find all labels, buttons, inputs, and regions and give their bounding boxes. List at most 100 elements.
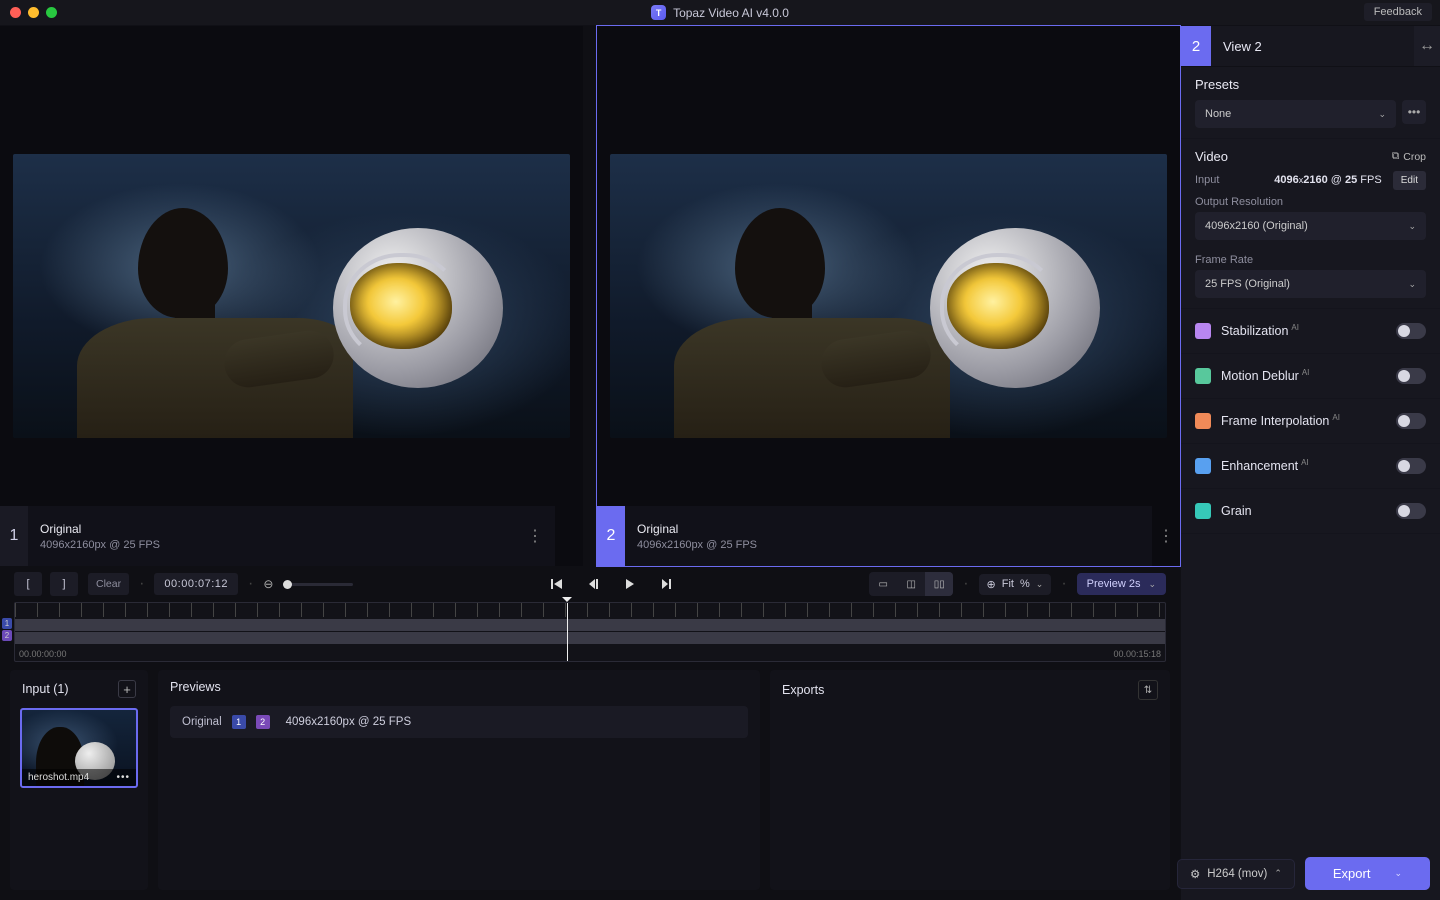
zoom-out-icon[interactable]: ⊖ — [263, 577, 273, 591]
preview-row[interactable]: Original 1 2 4096x2160px @ 25 FPS — [170, 706, 748, 738]
chevron-down-icon: ⌄ — [1408, 279, 1416, 290]
step-back-icon[interactable] — [582, 573, 604, 595]
timeline-ruler[interactable] — [15, 603, 1165, 617]
output-res-value: 4096x2160 (Original) — [1205, 220, 1308, 232]
feature-label: Frame InterpolationAI — [1221, 414, 1340, 428]
crop-button[interactable]: ⧉ Crop — [1392, 150, 1426, 163]
layout-dual-icon[interactable]: ▯▯ — [925, 572, 953, 596]
video-section: Video ⧉ Crop Input 4096x2160 @ 25 FPS Ed… — [1181, 139, 1440, 309]
expand-horiz-icon[interactable]: ↔ — [1414, 26, 1440, 66]
fit-dropdown[interactable]: ⊕ Fit % ⌄ — [979, 574, 1052, 595]
add-input-button[interactable]: + — [118, 680, 136, 698]
input-value: 4096x2160 @ 25 FPS Edit — [1274, 174, 1426, 186]
step-forward-icon[interactable] — [654, 573, 676, 595]
viewer-area: 1 Original 4096x2160px @ 25 FPS ⋮ 2 Ori — [0, 26, 1180, 566]
feature-toggle[interactable] — [1396, 368, 1426, 384]
codec-dropdown[interactable]: ⚙ H264 (mov) ⌃ — [1177, 859, 1295, 889]
viewer-2[interactable]: 2 Original 4096x2160px @ 25 FPS ⋮ — [597, 26, 1180, 566]
playback-controls — [546, 573, 676, 595]
viewer-1-label: Original — [40, 522, 160, 536]
preview-row-meta: 4096x2160px @ 25 FPS — [286, 716, 411, 728]
export-button-label: Export — [1333, 866, 1371, 881]
bottom-panels: Input (1) + heroshot.mp4 ••• Previews Or… — [0, 670, 1180, 900]
video-label: Video — [1195, 149, 1228, 164]
fit-pct: % — [1020, 578, 1030, 590]
layout-single-icon[interactable]: ▭ — [869, 572, 897, 596]
viewer-1-footer: 1 Original 4096x2160px @ 25 FPS ⋮ — [0, 506, 555, 566]
feature-row-motion-deblur: Motion DeblurAI — [1181, 354, 1440, 399]
framerate-label: Frame Rate — [1195, 254, 1253, 266]
edit-input-button[interactable]: Edit — [1393, 171, 1426, 190]
app-logo-icon: T — [651, 5, 666, 20]
feature-icon — [1195, 368, 1211, 384]
playbar: [ ] Clear · 00:00:07:12 · ⊖ ▭ ◫ ▯▯ · — [0, 566, 1180, 602]
codec-value: H264 (mov) — [1207, 868, 1267, 880]
feature-toggle[interactable] — [1396, 323, 1426, 339]
presets-value: None — [1205, 108, 1231, 120]
feature-toggle[interactable] — [1396, 503, 1426, 519]
presets-more-button[interactable]: ••• — [1402, 100, 1426, 124]
chevron-down-icon: ⌄ — [1036, 579, 1044, 590]
input-thumbnail-more-icon[interactable]: ••• — [116, 772, 130, 783]
timecode[interactable]: 00:00:07:12 — [154, 573, 238, 595]
gear-icon: ⚙ — [1190, 867, 1200, 881]
playhead[interactable] — [567, 603, 568, 661]
mark-in-button[interactable]: [ — [14, 572, 42, 596]
mark-out-button[interactable]: ] — [50, 572, 78, 596]
export-button[interactable]: Export ⌄ — [1305, 857, 1430, 890]
input-thumbnail[interactable]: heroshot.mp4 ••• — [20, 708, 138, 788]
timeline-track-labels: 1 2 — [2, 618, 12, 641]
output-res-label: Output Resolution — [1195, 196, 1283, 208]
chevron-down-icon: ⌄ — [1378, 109, 1386, 120]
play-icon[interactable] — [618, 573, 640, 595]
feature-row-enhancement: EnhancementAI — [1181, 444, 1440, 489]
chevron-down-icon[interactable]: ⌄ — [1394, 868, 1402, 879]
output-res-dropdown[interactable]: 4096x2160 (Original) ⌄ — [1195, 212, 1426, 240]
layout-split-icon[interactable]: ◫ — [897, 572, 925, 596]
viewer-2-more-button[interactable]: ⋮ — [1152, 506, 1180, 566]
feature-icon — [1195, 413, 1211, 429]
layout-segmented[interactable]: ▭ ◫ ▯▯ — [869, 572, 953, 596]
sidebar-view-title: View 2 — [1211, 39, 1414, 54]
export-footer: ⚙ H264 (mov) ⌃ Export ⌄ — [1177, 857, 1430, 890]
input-label: Input — [1195, 174, 1219, 186]
zoom-slider[interactable] — [283, 583, 353, 586]
feature-row-frame-interpolation: Frame InterpolationAI — [1181, 399, 1440, 444]
feedback-button[interactable]: Feedback — [1364, 3, 1432, 21]
timeline-track-1[interactable] — [15, 619, 1165, 631]
preview-button[interactable]: Preview 2s ⌄ — [1077, 573, 1166, 595]
preview-row-label: Original — [182, 716, 222, 728]
viewer-1-more-button[interactable]: ⋮ — [521, 506, 549, 566]
skip-start-icon[interactable] — [546, 573, 568, 595]
preview-button-label: Preview 2s — [1087, 578, 1141, 590]
previews-panel: Previews Original 1 2 4096x2160px @ 25 F… — [158, 670, 760, 890]
feature-icon — [1195, 458, 1211, 474]
presets-dropdown[interactable]: None ⌄ — [1195, 100, 1396, 128]
exports-sort-button[interactable]: ⇅ — [1138, 680, 1158, 700]
feature-label: EnhancementAI — [1221, 459, 1309, 473]
viewer-2-footer: 2 Original 4096x2160px @ 25 FPS ⋮ — [597, 506, 1152, 566]
input-panel: Input (1) + heroshot.mp4 ••• — [10, 670, 148, 890]
chevron-down-icon[interactable]: ⌄ — [1148, 579, 1156, 590]
clear-button[interactable]: Clear — [88, 573, 129, 595]
framerate-dropdown[interactable]: 25 FPS (Original) ⌄ — [1195, 270, 1426, 298]
viewer-2-label: Original — [637, 522, 757, 536]
zoom-in-icon: ⊕ — [987, 578, 996, 591]
feature-row-stabilization: StabilizationAI — [1181, 309, 1440, 354]
feature-row-grain: Grain — [1181, 489, 1440, 534]
timeline[interactable]: 00.00:00:00 00.00:15:18 — [14, 602, 1166, 662]
viewer-1[interactable]: 1 Original 4096x2160px @ 25 FPS ⋮ — [0, 26, 583, 566]
feature-icon — [1195, 323, 1211, 339]
feature-toggle[interactable] — [1396, 413, 1426, 429]
sidebar-header: 2 View 2 ↔ — [1181, 26, 1440, 67]
timeline-end: 00.00:15:18 — [1113, 649, 1161, 659]
presets-label: Presets — [1195, 77, 1239, 92]
feature-label: Motion DeblurAI — [1221, 369, 1309, 383]
exports-panel: Exports ⇅ — [770, 670, 1170, 890]
presets-section: Presets None ⌄ ••• — [1181, 67, 1440, 139]
feature-toggle[interactable] — [1396, 458, 1426, 474]
timeline-track-2[interactable] — [15, 632, 1165, 644]
video-preview-2 — [610, 154, 1167, 438]
fit-label: Fit — [1002, 578, 1014, 590]
timeline-start: 00.00:00:00 — [19, 649, 67, 659]
